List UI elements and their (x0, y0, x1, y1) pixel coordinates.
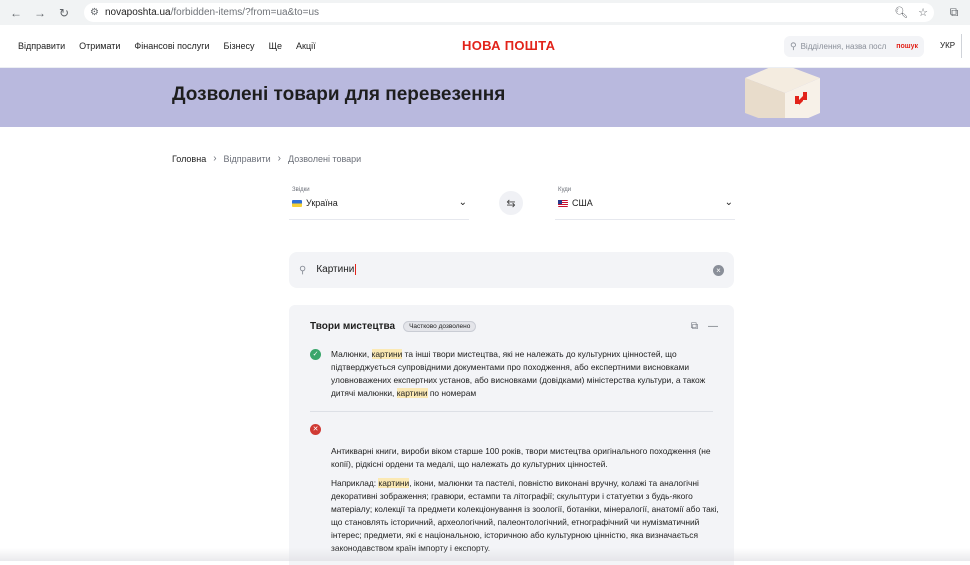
copy-icon[interactable]: ⧉ (691, 321, 698, 332)
menu-item-business[interactable]: Бізнесу (224, 41, 255, 51)
forbidden-description: Антикварні книги, вироби віком старше 10… (331, 446, 711, 469)
forbidden-cross-icon: ✕ (310, 424, 321, 435)
nova-poshta-logo[interactable]: НОВА ПОШТА (462, 38, 555, 53)
breadcrumb: Головна › Відправити › Дозволені товари (172, 153, 361, 164)
allowed-description: Малюнки, картини та інші твори мистецтва… (331, 349, 706, 398)
allowed-check-icon: ✓ (310, 349, 321, 360)
menu-item-send[interactable]: Відправити (18, 41, 65, 51)
item-search-field[interactable]: ⚲ Картини × (289, 252, 734, 288)
forbidden-examples: Наприклад: картини, ікони, малюнки та па… (331, 478, 719, 553)
site-search-input[interactable]: Відділення, назва посл (801, 42, 897, 51)
zoom-icon[interactable]: 🔍︎ (894, 6, 908, 19)
menu-item-financial[interactable]: Фінансові послуги (134, 41, 209, 51)
header-divider (961, 34, 962, 58)
text-caret (355, 264, 357, 276)
result-card: Твори мистецтва Частково дозволено ⧉ — ✓… (289, 305, 734, 565)
url-text: novaposhta.ua/forbidden-items/?from=ua&t… (104, 7, 320, 18)
forward-arrow-icon[interactable]: → (30, 3, 50, 23)
swap-countries-button[interactable]: ⇆ (499, 191, 523, 215)
reload-icon[interactable]: ↻ (54, 3, 74, 23)
search-icon: ⚲ (790, 41, 797, 51)
ukraine-flag-icon (292, 199, 302, 207)
parcel-box-illustration (745, 68, 820, 118)
item-search-input[interactable]: Картини (316, 264, 713, 276)
from-value: Україна (292, 198, 469, 208)
result-title: Твори мистецтва (310, 321, 396, 332)
to-country-name: США (572, 198, 593, 208)
page-banner: Дозволені товари для перевезення (0, 68, 970, 127)
site-info-icon[interactable]: ⚙ (90, 7, 99, 18)
breadcrumb-send[interactable]: Відправити (224, 154, 271, 164)
breadcrumb-home[interactable]: Головна (172, 154, 206, 164)
search-icon: ⚲ (299, 264, 307, 276)
site-header: Відправити Отримати Фінансові послуги Бі… (0, 25, 970, 68)
bookmark-star-icon[interactable]: ☆ (918, 6, 928, 19)
from-country-select[interactable]: Звідки Україна ⌄ (289, 187, 469, 220)
result-header: Твори мистецтва Частково дозволено (310, 321, 477, 332)
status-badge: Частково дозволено (403, 321, 477, 332)
chevron-right-icon: › (213, 153, 217, 164)
chevron-down-icon[interactable]: ⌄ (725, 197, 733, 208)
section-divider (310, 411, 713, 412)
to-value: США (558, 198, 735, 208)
address-bar[interactable]: ⚙ novaposhta.ua/forbidden-items/?from=ua… (84, 3, 934, 22)
chevron-right-icon: › (277, 153, 281, 164)
site-search-button[interactable]: пошук (896, 43, 918, 50)
menu-item-promotions[interactable]: Акції (296, 41, 316, 51)
back-arrow-icon[interactable]: ← (6, 3, 26, 23)
main-menu: Відправити Отримати Фінансові послуги Бі… (18, 41, 316, 51)
page-title: Дозволені товари для перевезення (172, 84, 506, 105)
from-label: Звідки (292, 187, 310, 193)
chevron-down-icon[interactable]: ⌄ (459, 197, 467, 208)
to-label: Куди (558, 187, 572, 193)
result-actions: ⧉ — (691, 321, 718, 332)
collapse-icon[interactable]: — (708, 321, 718, 332)
extensions-icon[interactable]: ⧉ (944, 3, 964, 23)
browser-toolbar: ← → ↻ ⚙ novaposhta.ua/forbidden-items/?f… (0, 0, 970, 25)
to-country-select[interactable]: Куди США ⌄ (555, 187, 735, 220)
site-search[interactable]: ⚲ Відділення, назва посл пошук (784, 36, 924, 57)
menu-item-receive[interactable]: Отримати (79, 41, 120, 51)
from-country-name: Україна (306, 198, 338, 208)
scroll-shadow (0, 548, 970, 561)
menu-item-more[interactable]: Ще (269, 41, 282, 51)
clear-icon[interactable]: × (713, 264, 724, 276)
breadcrumb-current: Дозволені товари (288, 153, 362, 164)
usa-flag-icon (558, 199, 568, 207)
language-switch[interactable]: УКР (940, 41, 955, 50)
